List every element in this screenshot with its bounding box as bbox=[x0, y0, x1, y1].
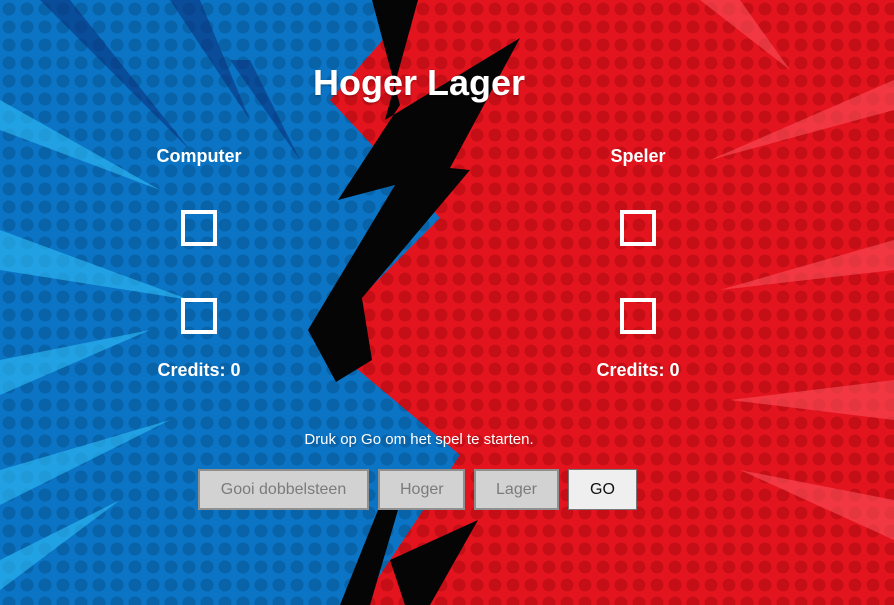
roll-dice-button[interactable]: Gooi dobbelsteen bbox=[198, 469, 369, 510]
die-frame bbox=[181, 298, 217, 334]
player-name: Speler bbox=[610, 146, 666, 166]
computer-die-2 bbox=[181, 298, 217, 334]
player-panel: Speler Credits: 0 bbox=[538, 146, 738, 381]
computer-credits: Credits: 0 bbox=[157, 360, 241, 380]
lower-button[interactable]: Lager bbox=[474, 469, 559, 510]
player-credits: Credits: 0 bbox=[596, 360, 680, 380]
die-frame bbox=[620, 298, 656, 334]
die-frame bbox=[181, 210, 217, 246]
status-message: Druk op Go om het spel te starten. bbox=[304, 431, 534, 448]
controls-bar: Gooi dobbelsteen Hoger Lager GO bbox=[198, 469, 637, 510]
game-title: Hoger Lager bbox=[312, 62, 526, 103]
die-frame bbox=[620, 210, 656, 246]
computer-die-1 bbox=[181, 210, 217, 246]
player-die-2 bbox=[620, 298, 656, 334]
computer-name: Computer bbox=[156, 146, 242, 166]
go-button[interactable]: GO bbox=[568, 469, 637, 510]
higher-button[interactable]: Hoger bbox=[378, 469, 465, 510]
computer-panel: Computer Credits: 0 bbox=[99, 146, 299, 381]
player-die-1 bbox=[620, 210, 656, 246]
